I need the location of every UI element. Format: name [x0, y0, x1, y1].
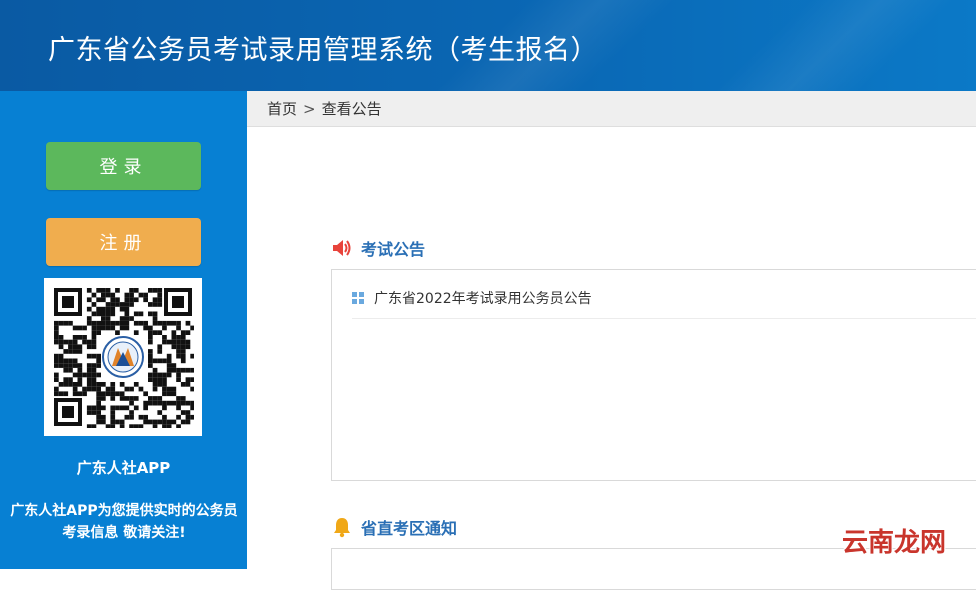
app-name: 广东人社APP: [76, 459, 171, 477]
section-title: 考试公告: [361, 240, 426, 259]
exam-notice-panel: 广东省2022年考试录用公务员公告: [331, 269, 976, 481]
notice-link[interactable]: 广东省2022年考试录用公务员公告: [374, 288, 592, 308]
header-banner: 广东省公务员考试录用管理系统（考生报名）: [0, 0, 976, 91]
register-button[interactable]: 注册: [46, 218, 201, 266]
breadcrumb-current: 查看公告: [321, 100, 382, 118]
qr-code: [44, 278, 202, 436]
section-provincial-notice-heading: 省直考区通知: [331, 515, 457, 539]
sidebar: 登录 注册 广东人社APP 广东人社APP为您提供实时的公务员考录信息 敬请关注…: [0, 91, 247, 569]
header-decoration: [658, 0, 976, 91]
watermark-logo: 云南龙网: [842, 528, 947, 558]
breadcrumb-separator: >: [303, 99, 316, 118]
speaker-icon: [333, 240, 351, 256]
grid-icon: [352, 292, 364, 304]
section-title: 省直考区通知: [361, 519, 458, 538]
app-description: 广东人社APP为您提供实时的公务员考录信息 敬请关注!: [10, 503, 238, 541]
page-title: 广东省公务员考试录用管理系统（考生报名）: [48, 35, 598, 66]
login-button[interactable]: 登录: [46, 142, 201, 190]
breadcrumb-home-link[interactable]: 首页: [267, 98, 297, 119]
bell-icon: [334, 518, 350, 538]
section-exam-notice-heading: 考试公告: [331, 236, 425, 260]
qr-code-icon: [52, 286, 194, 428]
breadcrumb: 首页 > 查看公告: [247, 91, 976, 127]
list-item[interactable]: 广东省2022年考试录用公务员公告: [352, 288, 976, 319]
